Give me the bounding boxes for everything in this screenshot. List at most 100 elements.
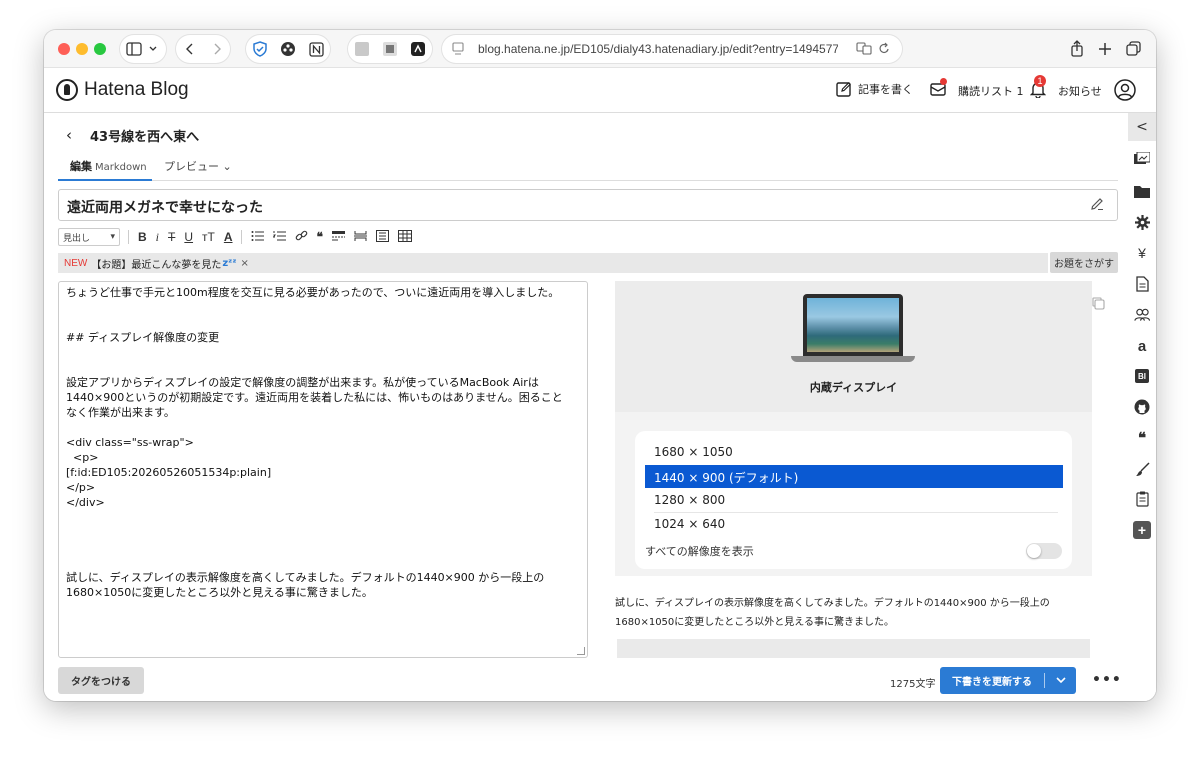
find-topic-button[interactable]: お題をさがす <box>1050 252 1118 273</box>
show-all-toggle <box>1026 543 1062 559</box>
clipboard-icon[interactable] <box>1134 491 1150 507</box>
quote-icon[interactable]: ❝ <box>317 230 323 244</box>
heading-select[interactable]: 見出し ▾ <box>58 228 120 246</box>
hatena-blog-logo[interactable]: Hatena Blog <box>56 79 189 101</box>
amazon-icon[interactable]: a <box>1134 338 1150 355</box>
reload-icon[interactable] <box>878 42 890 58</box>
body-line <box>66 300 580 315</box>
github-icon[interactable] <box>1134 399 1150 415</box>
document-icon[interactable] <box>1134 276 1150 292</box>
add-module-icon[interactable]: + <box>1133 521 1151 539</box>
page-icon <box>452 42 464 58</box>
body-line <box>66 630 580 645</box>
minimize-window-button[interactable] <box>76 43 88 55</box>
tab-preview[interactable]: プレビュー ⌄ <box>164 158 232 174</box>
zoom-window-button[interactable] <box>94 43 106 55</box>
translate-page-icon[interactable] <box>856 42 872 58</box>
display-label: 内蔵ディスプレイ <box>809 381 898 394</box>
shield-icon[interactable] <box>250 39 270 59</box>
user-avatar-icon[interactable] <box>1114 79 1136 105</box>
tab-favicon-icon[interactable] <box>352 39 372 59</box>
yen-icon[interactable]: ¥ <box>1134 245 1150 261</box>
table-of-contents-icon[interactable] <box>376 229 389 245</box>
page-break-icon[interactable] <box>354 230 367 245</box>
write-post-label: 記事を書く <box>858 83 913 96</box>
bullet-list-icon[interactable] <box>251 230 264 245</box>
brush-icon[interactable] <box>1134 461 1150 477</box>
tab-edit-label: 編集 <box>70 160 92 173</box>
toolbar-separator <box>240 230 242 244</box>
numbered-list-icon[interactable] <box>272 230 286 245</box>
users-icon[interactable] <box>1134 307 1150 323</box>
sidebar-collapse-button[interactable]: < <box>1128 113 1156 141</box>
add-tag-button[interactable]: タグをつける <box>58 667 144 694</box>
chevron-down-icon[interactable] <box>1045 677 1076 684</box>
reading-list-label: 購読リスト 1 <box>958 84 1024 98</box>
gear-icon[interactable] <box>1134 214 1150 230</box>
folder-icon[interactable] <box>1134 183 1150 199</box>
tab-overview-icon[interactable] <box>1126 41 1141 60</box>
share-icon[interactable] <box>1070 40 1084 61</box>
body-text-lines: ちょうど仕事で手元と100m程度を交互に見る必要があったので、ついに遠近両用を導… <box>66 285 580 657</box>
body-line <box>66 525 580 540</box>
body-line <box>66 615 580 630</box>
sidebar-toggle-group[interactable] <box>120 35 166 63</box>
app-icon[interactable] <box>408 39 428 59</box>
tab-edit[interactable]: 編集 Markdown <box>70 158 147 174</box>
extensions-group <box>246 35 330 63</box>
new-tab-icon[interactable] <box>1098 41 1112 60</box>
body-line: <p> <box>66 451 99 464</box>
body-line <box>66 510 580 525</box>
notion-icon[interactable] <box>306 39 326 59</box>
active-tab-indicator <box>58 179 152 181</box>
preview-paragraph: 試しに、ディスプレイの表示解像度を高くしてみました。デフォルトの1440×900… <box>615 594 1085 632</box>
browser-window: blog.hatena.ne.jp/ED105/dialy43.hatenadi… <box>44 30 1156 701</box>
back-chevron-icon[interactable]: ‹ <box>66 126 72 144</box>
back-icon[interactable] <box>180 39 199 59</box>
table-icon[interactable] <box>398 229 412 245</box>
url-bar[interactable]: blog.hatena.ne.jp/ED105/dialy43.hatenadi… <box>442 35 902 63</box>
extension-icon[interactable] <box>278 39 298 59</box>
blog-name[interactable]: 43号線を西へ東へ <box>90 126 199 145</box>
body-line <box>66 420 580 435</box>
body-line <box>66 360 580 375</box>
next-screenshot-placeholder <box>617 639 1090 658</box>
body-line <box>66 315 580 330</box>
url-text: blog.hatena.ne.jp/ED105/dialy43.hatenadi… <box>478 42 838 56</box>
font-size-button[interactable]: тT <box>202 230 215 244</box>
more-options-button[interactable]: ••• <box>1092 672 1122 688</box>
write-post-button[interactable]: 記事を書く <box>836 81 913 97</box>
underline-button[interactable]: U <box>184 230 193 244</box>
italic-button[interactable]: i <box>156 230 159 245</box>
photo-upload-icon[interactable] <box>1134 151 1150 167</box>
bi-icon[interactable]: BI <box>1135 369 1149 383</box>
title-input[interactable]: 遠近両用メガネで幸せになった <box>58 189 1118 221</box>
forward-icon[interactable] <box>207 39 226 59</box>
body-line: 1680×1050に変更したところ以外と見える事に驚きました。 <box>66 586 373 599</box>
body-line: </p> <box>66 481 96 494</box>
insert-more-icon[interactable] <box>332 230 345 245</box>
update-draft-button[interactable]: 下書きを更新する <box>940 667 1076 694</box>
text-color-button[interactable]: A <box>224 230 233 244</box>
new-label: NEW <box>64 257 88 269</box>
show-all-resolutions-label: すべての解像度を表示 <box>645 545 754 558</box>
resolution-option-selected: 1440 × 900 (デフォルト) <box>645 465 1063 488</box>
notifications-button[interactable]: 1 お知らせ <box>1029 75 1102 101</box>
topic-close-button[interactable]: × <box>241 258 249 269</box>
body-textarea[interactable]: ちょうど仕事で手元と100m程度を交互に見る必要があったので、ついに遠近両用を導… <box>58 281 588 658</box>
right-sidebar: < ¥ a BI ❝ + <box>1128 113 1156 701</box>
strikethrough-button[interactable]: T <box>168 230 175 244</box>
edit-icon <box>836 82 851 97</box>
body-line: <div class="ss-wrap"> <box>66 436 194 449</box>
bold-button[interactable]: B <box>138 230 147 244</box>
quote-icon[interactable]: ❝ <box>1134 430 1150 447</box>
copy-icon[interactable] <box>1092 295 1105 314</box>
topic-banner[interactable]: NEW 【お題】最近こんな夢を見た zᶻᶻ × <box>58 253 1048 273</box>
reading-list-button[interactable]: 購読リスト 1 <box>930 78 1024 100</box>
link-icon[interactable] <box>295 229 308 245</box>
pen-icon[interactable] <box>1090 196 1104 215</box>
resize-handle[interactable] <box>577 647 585 655</box>
close-window-button[interactable] <box>58 43 70 55</box>
logo-text: Hatena Blog <box>84 79 189 100</box>
translate-icon[interactable] <box>380 39 400 59</box>
